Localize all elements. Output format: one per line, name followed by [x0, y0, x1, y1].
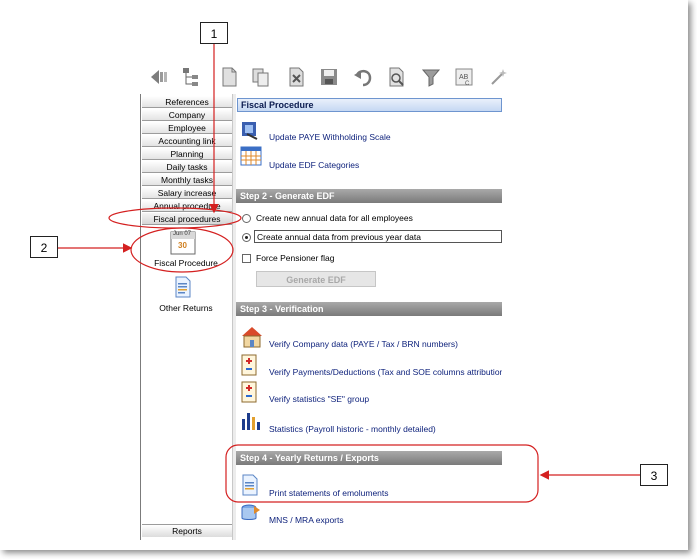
delete-document-icon[interactable] [285, 66, 307, 88]
nav-item-reports[interactable]: Reports [142, 524, 232, 537]
undo-icon[interactable] [352, 66, 374, 88]
generate-edf-button[interactable]: Generate EDF [256, 271, 376, 287]
save-icon[interactable] [318, 66, 340, 88]
verify-payments-link[interactable]: Verify Payments/Deductions (Tax and SOE … [269, 367, 502, 377]
sort-abc-icon[interactable]: AB C [454, 66, 476, 88]
nav-item-daily-tasks[interactable]: Daily tasks [142, 161, 232, 173]
database-export-icon[interactable] [240, 502, 262, 524]
radio-create-previous[interactable] [242, 233, 251, 242]
calendar-day: 30 [178, 241, 187, 250]
force-pensioner-checkbox[interactable] [242, 254, 251, 263]
payments-plus-icon[interactable] [241, 354, 257, 376]
document-report-icon[interactable] [174, 276, 192, 298]
tree-structure-icon[interactable] [180, 66, 202, 88]
table-grid-icon[interactable] [240, 146, 262, 166]
force-pensioner-label: Force Pensioner flag [256, 253, 335, 263]
section-step4-header: Step 4 - Yearly Returns / Exports [236, 451, 502, 465]
nav-item-accounting-link[interactable]: Accounting link [142, 135, 232, 147]
nav-item-references[interactable]: References [142, 96, 232, 108]
new-document-icon[interactable] [218, 66, 240, 88]
fiscal-procedure-panel-item[interactable]: Fiscal Procedure [141, 258, 231, 268]
wand-icon[interactable] [488, 66, 510, 88]
radio-create-new[interactable] [242, 214, 251, 223]
callout-1: 1 [200, 22, 228, 44]
nav-item-salary-increase[interactable]: Salary increase [142, 187, 232, 199]
left-navigation: References Company Employee Accounting l… [140, 94, 234, 540]
nav-item-fiscal-procedures[interactable]: Fiscal procedures [142, 213, 232, 225]
verify-company-link[interactable]: Verify Company data (PAYE / Tax / BRN nu… [269, 339, 458, 349]
callout-3: 3 [640, 464, 668, 486]
company-house-icon[interactable] [241, 326, 263, 348]
withholding-scale-icon[interactable] [241, 120, 259, 140]
verify-statistics-link[interactable]: Verify statistics "SE" group [269, 394, 369, 404]
section-fiscal-procedure-header: Fiscal Procedure [237, 98, 502, 112]
other-returns-panel-item[interactable]: Other Returns [141, 303, 231, 313]
main-content: Fiscal Procedure Update PAYE Withholding… [236, 94, 502, 540]
update-edf-link[interactable]: Update EDF Categories [269, 160, 359, 170]
toolbar: AB C [142, 60, 507, 94]
print-statements-link[interactable]: Print statements of emoluments [269, 488, 389, 498]
update-paye-link[interactable]: Update PAYE Withholding Scale [269, 132, 391, 142]
back-arrow-icon[interactable] [148, 66, 170, 88]
section-step3-header: Step 3 - Verification [236, 302, 502, 316]
bar-chart-icon[interactable] [240, 409, 262, 431]
copy-icon[interactable] [250, 66, 272, 88]
calendar-month: Jun 07 [173, 231, 192, 237]
section-step2-header: Step 2 - Generate EDF [236, 189, 502, 203]
filter-icon[interactable] [420, 66, 442, 88]
nav-item-planning[interactable]: Planning [142, 148, 232, 160]
nav-item-employee[interactable]: Employee [142, 122, 232, 134]
nav-item-annual-procedure[interactable]: Annual procedure [142, 200, 232, 212]
mns-mra-exports-link[interactable]: MNS / MRA exports [269, 515, 344, 525]
statistics-link[interactable]: Statistics (Payroll historic - monthly d… [269, 424, 436, 434]
svg-text:AB: AB [459, 74, 469, 81]
nav-item-company[interactable]: Company [142, 109, 232, 121]
callout-2: 2 [30, 236, 58, 258]
radio-create-previous-label: Create annual data from previous year da… [257, 232, 421, 242]
print-preview-icon[interactable] [386, 66, 408, 88]
nav-item-monthly-tasks[interactable]: Monthly tasks [142, 174, 232, 186]
svg-text:C: C [465, 81, 470, 87]
radio-create-new-label: Create new annual data for all employees [256, 213, 413, 223]
print-document-icon[interactable] [241, 474, 259, 496]
calendar-icon[interactable]: Jun 07 30 [170, 231, 196, 255]
statistics-plus-icon[interactable] [241, 381, 257, 403]
